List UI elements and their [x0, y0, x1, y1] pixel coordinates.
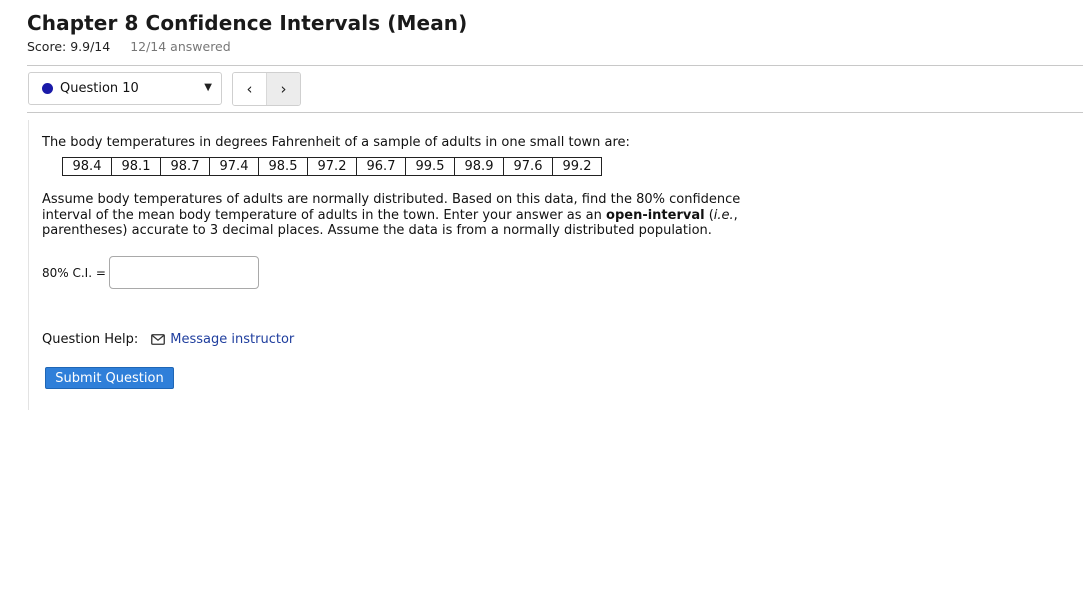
data-cell: 98.1 [111, 157, 161, 176]
data-cell: 98.5 [258, 157, 308, 176]
submit-question-button[interactable]: Submit Question [45, 367, 174, 389]
page-title: Chapter 8 Confidence Intervals (Mean) [27, 11, 468, 35]
data-cell: 96.7 [356, 157, 406, 176]
message-instructor-link[interactable]: Message instructor [170, 332, 294, 347]
data-table: 98.4 98.1 98.7 97.4 98.5 97.2 96.7 99.5 … [62, 157, 602, 176]
data-cell: 97.2 [307, 157, 357, 176]
data-cell: 97.4 [209, 157, 259, 176]
question-status-dot-icon [42, 83, 53, 94]
divider [27, 65, 1083, 66]
score-text: Score: 9.9/14 [27, 39, 111, 54]
data-cell: 99.5 [405, 157, 455, 176]
data-cell: 98.9 [454, 157, 504, 176]
question-intro: The body temperatures in degrees Fahrenh… [42, 135, 630, 150]
data-cell: 97.6 [503, 157, 553, 176]
envelope-icon [151, 334, 166, 345]
table-row: 98.4 98.1 98.7 97.4 98.5 97.2 96.7 99.5 … [62, 157, 602, 176]
ie-emphasis: i.e. [713, 207, 734, 223]
question-select-label: Question 10 [60, 81, 139, 96]
answered-count: 12/14 answered [130, 39, 231, 54]
chevron-left-icon: ‹ [246, 80, 253, 98]
ci-answer-input[interactable] [109, 256, 259, 289]
question-text-part: ( [704, 207, 714, 223]
data-cell: 98.4 [62, 157, 112, 176]
question-nav: ‹ › [232, 72, 301, 106]
next-question-button[interactable]: › [266, 73, 300, 105]
data-cell: 98.7 [160, 157, 210, 176]
question-help: Question Help: Message instructor [42, 332, 294, 347]
divider [27, 112, 1083, 113]
score-line: Score: 9.9/14 12/14 answered [27, 39, 231, 54]
ci-label: 80% C.I. = [42, 266, 106, 280]
open-interval-emphasis: open-interval [606, 207, 705, 223]
previous-question-button[interactable]: ‹ [233, 73, 266, 105]
question-help-label: Question Help: [42, 332, 139, 347]
question-select[interactable]: Question 10 ▼ [28, 72, 222, 105]
chevron-right-icon: › [280, 80, 287, 98]
question-text: Assume body temperatures of adults are n… [42, 192, 742, 239]
caret-down-icon: ▼ [204, 82, 212, 93]
data-cell: 99.2 [552, 157, 602, 176]
